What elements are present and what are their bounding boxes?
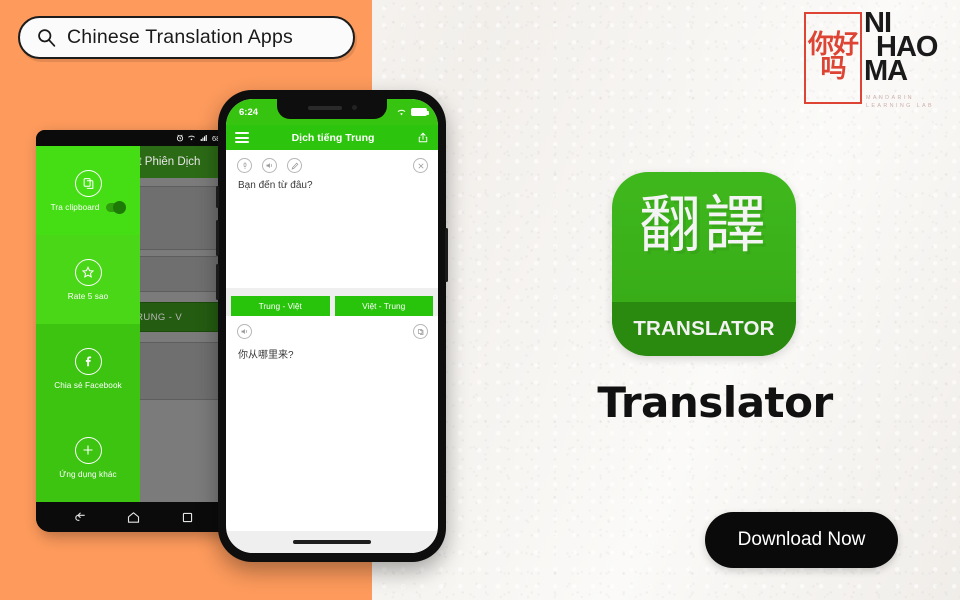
iphone-mockup: 6:24 Dịch tiếng Trung Bạn đến từ đâu? Tr… xyxy=(216,90,448,562)
result-text: 你从哪里来? xyxy=(238,350,294,361)
lang-button-viet-trung[interactable]: Việt - Trung xyxy=(334,296,433,316)
microphone-icon[interactable] xyxy=(237,158,252,173)
pane-divider xyxy=(226,288,438,296)
logo-line-ma: MA xyxy=(864,54,908,87)
drawer-item-facebook[interactable]: Chia sẻ Facebook xyxy=(36,324,140,413)
ios-appbar: Dịch tiếng Trung xyxy=(226,125,438,150)
promo-banner: Chinese Translation Apps 68% ệt Phiên xyxy=(0,0,960,600)
logo-tagline: MANDARIN LEARNING LAB xyxy=(866,94,934,111)
ios-home-area xyxy=(226,531,438,553)
android-navigation-bar xyxy=(36,502,232,532)
ios-clock: 6:24 xyxy=(239,106,259,118)
app-icon-chinese-glyphs: 翻譯 xyxy=(638,188,769,261)
wifi-icon xyxy=(397,109,406,115)
ios-appbar-title: Dịch tiếng Trung xyxy=(291,131,375,144)
app-icon-label-band: TRANSLATOR xyxy=(612,302,796,356)
search-input-value: Chinese Translation Apps xyxy=(67,26,293,48)
android-screen: ệt Phiên Dịch TRUNG - V Tra clipboard Ra… xyxy=(36,146,232,502)
phone-button-volume-down xyxy=(216,264,219,300)
star-icon xyxy=(74,258,102,286)
hamburger-menu-icon[interactable] xyxy=(235,132,249,143)
lang-button-trung-viet[interactable]: Trung - Việt xyxy=(231,296,330,316)
logo-chinese-characters: 你好吗 xyxy=(807,30,859,84)
logo-tagline-line2: LEARNING LAB xyxy=(866,103,935,110)
drawer-item-label: Rate 5 sao xyxy=(67,291,109,301)
app-icon-label: TRANSLATOR xyxy=(633,317,775,340)
result-text-pane[interactable]: 你从哪里来? xyxy=(226,316,438,502)
logo-tagline-line1: MANDARIN xyxy=(866,95,914,101)
edit-pencil-icon[interactable] xyxy=(287,158,302,173)
plus-icon xyxy=(74,436,102,464)
facebook-icon xyxy=(74,347,102,375)
drawer-item-label: Ứng dụng khác xyxy=(59,469,117,479)
drawer-item-label: Tra clipboard xyxy=(50,202,100,212)
drawer-item-label: Chia sẻ Facebook xyxy=(54,380,122,390)
source-pane-toolbar xyxy=(226,150,438,173)
clipboard-icon xyxy=(74,169,102,197)
back-icon[interactable] xyxy=(73,510,88,525)
wifi-icon xyxy=(188,135,195,141)
recents-icon[interactable] xyxy=(180,510,195,525)
download-now-button[interactable]: Download Now xyxy=(705,512,898,568)
source-text-pane[interactable]: Bạn đến từ đâu? xyxy=(226,150,438,288)
result-pane-toolbar xyxy=(226,316,438,339)
android-status-bar: 68% xyxy=(36,130,232,146)
search-icon xyxy=(38,29,56,47)
speaker-icon[interactable] xyxy=(237,324,252,339)
copy-icon[interactable] xyxy=(413,324,428,339)
clipboard-toggle[interactable] xyxy=(106,200,127,214)
iphone-screen: 6:24 Dịch tiếng Trung Bạn đến từ đâu? Tr… xyxy=(226,99,438,553)
logo-chinese-box: 你好吗 xyxy=(804,12,862,104)
language-direction-buttons: Trung - Việt Việt - Trung xyxy=(226,296,438,316)
home-indicator[interactable] xyxy=(293,540,371,544)
clear-icon[interactable] xyxy=(413,158,428,173)
android-appbar-title: ệt Phiên Dịch xyxy=(132,156,201,168)
speaker-icon[interactable] xyxy=(262,158,277,173)
phone-button-mute xyxy=(216,186,219,208)
app-icon: 翻譯 TRANSLATOR xyxy=(612,172,796,356)
signal-icon xyxy=(200,135,207,141)
battery-icon xyxy=(411,108,429,116)
drawer-item-other-apps[interactable]: Ứng dụng khác xyxy=(36,413,140,502)
drawer-item-rate[interactable]: Rate 5 sao xyxy=(36,235,140,324)
android-phone-mockup: 68% ệt Phiên Dịch TRUNG - V xyxy=(36,130,232,532)
alarm-icon xyxy=(176,134,184,142)
brand-logo: 你好吗 NI HAO MA MANDARIN LEARNING LAB xyxy=(800,8,952,111)
share-icon[interactable] xyxy=(417,131,429,144)
page-title: Translator xyxy=(597,378,833,427)
logo-wordmark: NI HAO MA xyxy=(864,9,938,87)
front-camera xyxy=(351,105,357,110)
drawer-item-clipboard[interactable]: Tra clipboard xyxy=(36,146,140,235)
android-drawer: Tra clipboard Rate 5 sao Chia sẻ Faceboo… xyxy=(36,146,140,502)
phone-notch xyxy=(277,99,387,119)
home-icon[interactable] xyxy=(126,510,141,525)
phone-button-power xyxy=(445,228,448,282)
source-text: Bạn đến từ đâu? xyxy=(238,180,313,191)
search-input[interactable]: Chinese Translation Apps xyxy=(18,16,355,59)
phone-button-volume-up xyxy=(216,220,219,256)
earpiece-speaker xyxy=(307,105,342,110)
